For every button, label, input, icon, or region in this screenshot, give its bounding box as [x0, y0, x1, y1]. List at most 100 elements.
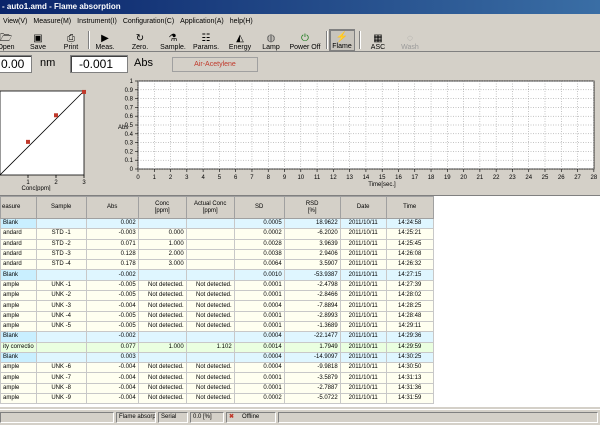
- column-header[interactable]: SD: [233, 196, 285, 219]
- readout-bar: 0.00 nm -0.001 Abs Air-Acetylene: [0, 53, 600, 75]
- x-tick-label: 1: [153, 175, 157, 181]
- table-cell: -53.9387: [283, 269, 341, 281]
- table-cell: 3.9639: [283, 238, 341, 250]
- asc-button[interactable]: ▦ ASC: [366, 29, 390, 51]
- table-cell: 2011/10/11: [339, 331, 387, 343]
- table-cell: Not detected.: [137, 279, 187, 292]
- column-header[interactable]: Conc [ppm]: [137, 196, 187, 219]
- table-cell: -0.002: [85, 331, 139, 343]
- table-cell: -5.0722: [283, 393, 341, 405]
- flame-button[interactable]: ⚡ Flame: [329, 29, 355, 51]
- table-cell: ample: [0, 362, 37, 374]
- table-cell: [35, 269, 87, 281]
- menu-item[interactable]: Application(A): [177, 18, 227, 25]
- table-row[interactable]: ity correctio 0.077 1.000 1.102 0.0014 1.7949…: [0, 341, 434, 353]
- table-cell: andard: [0, 248, 37, 261]
- table-cell: 0.0004: [233, 331, 285, 343]
- table-row[interactable]: Blank -0.002 0.0004 -22.1477 2011/10/11 14:29…: [0, 331, 434, 343]
- calibration-curve-panel: 1 2 3 Conc[ppm]: [0, 77, 92, 192]
- table-cell: ity correctio: [0, 341, 37, 353]
- status-bar: Flame absorptio Serial 0.0 [%] ✖ Offline: [0, 409, 600, 425]
- table-row[interactable]: ample UNK -3 -0.004 Not detected. Not detect…: [0, 300, 434, 312]
- table-row[interactable]: ample UNK -4 -0.005 Not detected. Not detect…: [0, 310, 434, 322]
- table-cell: ample: [0, 320, 37, 333]
- table-cell: Not detected.: [185, 320, 235, 333]
- table-cell: UNK -8: [35, 382, 87, 395]
- x-tick-label: 3: [82, 180, 86, 186]
- column-header[interactable]: Sample: [35, 196, 87, 219]
- table-row[interactable]: ample UNK -8 -0.004 Not detected. Not detect…: [0, 382, 434, 395]
- power-off-button[interactable]: ⏻ Power Off: [287, 29, 323, 51]
- menu-item[interactable]: Instrument(I): [74, 18, 120, 25]
- table-row[interactable]: andard STD -1 -0.003 0.000 0.0002 -6.2020 2011…: [0, 228, 434, 240]
- table-cell: 14:28:25: [385, 300, 434, 312]
- table-row[interactable]: andard STD -3 0.128 2.000 0.0038 2.9406 2011/1…: [0, 248, 434, 261]
- x-tick-label: 10: [297, 175, 304, 181]
- menu-item[interactable]: View(V): [0, 18, 30, 25]
- table-cell: andard: [0, 259, 37, 271]
- table-cell: 14:26:08: [385, 248, 434, 261]
- results-table-area[interactable]: easure Sample Abs Conc [ppm] Actual Conc [pp…: [0, 195, 600, 407]
- column-header[interactable]: Time: [385, 196, 434, 219]
- menu-item[interactable]: Configuration(C): [120, 18, 177, 25]
- table-row[interactable]: ample UNK -2 -0.005 Not detected. Not detect…: [0, 290, 434, 302]
- table-cell: STD -4: [35, 259, 87, 271]
- table-cell: 0.0004: [233, 362, 285, 374]
- table-cell: 2011/10/11: [339, 393, 387, 405]
- table-cell: -0.004: [85, 393, 139, 405]
- x-tick-label: 27: [574, 175, 581, 181]
- energy-button[interactable]: ◭ Energy: [226, 29, 254, 51]
- table-cell: 2011/10/11: [339, 269, 387, 281]
- table-row[interactable]: Blank -0.002 0.0010 -53.9387 2011/10/11 14:27…: [0, 269, 434, 281]
- table-cell: 2011/10/11: [339, 351, 387, 364]
- table-row[interactable]: ample UNK -7 -0.004 Not detected. Not detect…: [0, 372, 434, 384]
- x-tick-label: 6: [234, 175, 238, 181]
- table-cell: UNK -7: [35, 372, 87, 384]
- sample-button[interactable]: ⚗ Sample.: [158, 29, 188, 51]
- print-button[interactable]: ⎙ Print: [59, 29, 83, 51]
- column-header[interactable]: Abs: [85, 196, 139, 219]
- meas-button[interactable]: ▶ Meas.: [93, 29, 117, 51]
- column-header[interactable]: RSD [%]: [283, 196, 341, 219]
- status-pane-empty: [0, 412, 114, 423]
- toolbar-separator: [88, 31, 90, 49]
- table-row[interactable]: ample UNK -9 -0.004 Not detected. Not detect…: [0, 393, 434, 405]
- menu-item[interactable]: help(H): [227, 18, 256, 25]
- toolbar: 🗁 Open ▣ Save ⎙ Print ▶ Meas. ↻ Zero. ⚗ Sample. ☷ Par…: [0, 28, 600, 52]
- column-header[interactable]: Actual Conc [ppm]: [185, 196, 235, 219]
- x-tick-label: 19: [444, 175, 451, 181]
- menu-item[interactable]: Measure(M): [30, 18, 74, 25]
- table-cell: 0.0001: [233, 320, 285, 333]
- table-row[interactable]: andard STD -4 0.178 3.000 0.0064 3.5907 2011/1…: [0, 259, 434, 271]
- table-cell: -7.8894: [283, 300, 341, 312]
- column-header[interactable]: easure: [0, 196, 37, 219]
- table-row[interactable]: ample UNK -1 -0.005 Not detected. Not detect…: [0, 279, 434, 292]
- params-button[interactable]: ☷ Params.: [190, 29, 222, 51]
- status-port: Serial: [158, 412, 188, 423]
- zero-button[interactable]: ↻ Zero.: [128, 29, 152, 51]
- table-row[interactable]: andard STD -2 0.071 1.000 0.0028 3.9639 2011/1…: [0, 238, 434, 250]
- table-cell: -2.4798: [283, 279, 341, 292]
- toolbar-separator: [359, 31, 361, 49]
- table-cell: 14:29:59: [385, 341, 434, 353]
- table-row[interactable]: ample UNK -5 -0.005 Not detected. Not detect…: [0, 320, 434, 333]
- x-tick-label: 15: [379, 175, 386, 181]
- toolbar-separator: [326, 31, 328, 49]
- table-cell: [137, 217, 187, 230]
- table-cell: Not detected.: [185, 279, 235, 292]
- table-cell: 0.0004: [233, 300, 285, 312]
- lamp-button[interactable]: ◍ Lamp: [259, 29, 283, 51]
- table-row[interactable]: Blank 0.003 0.0004 -14.9097 2011/10/11 14:30:…: [0, 351, 434, 364]
- table-row[interactable]: ample UNK -6 -0.004 Not detected. Not detect…: [0, 362, 434, 374]
- table-cell: 2011/10/11: [339, 290, 387, 302]
- x-tick-label: 8: [267, 175, 271, 181]
- wash-button[interactable]: ◌ Wash: [398, 29, 422, 51]
- table-cell: 14:25:21: [385, 228, 434, 240]
- column-header[interactable]: Date: [339, 196, 387, 219]
- table-cell: 0.0001: [233, 310, 285, 322]
- y-tick-label: 0: [130, 167, 134, 173]
- save-button[interactable]: ▣ Save: [27, 29, 49, 51]
- table-row[interactable]: Blank 0.002 0.0005 18.9622 2011/10/11 14:24:5…: [0, 217, 434, 230]
- table-cell: [137, 269, 187, 281]
- open-button[interactable]: 🗁 Open: [0, 29, 16, 51]
